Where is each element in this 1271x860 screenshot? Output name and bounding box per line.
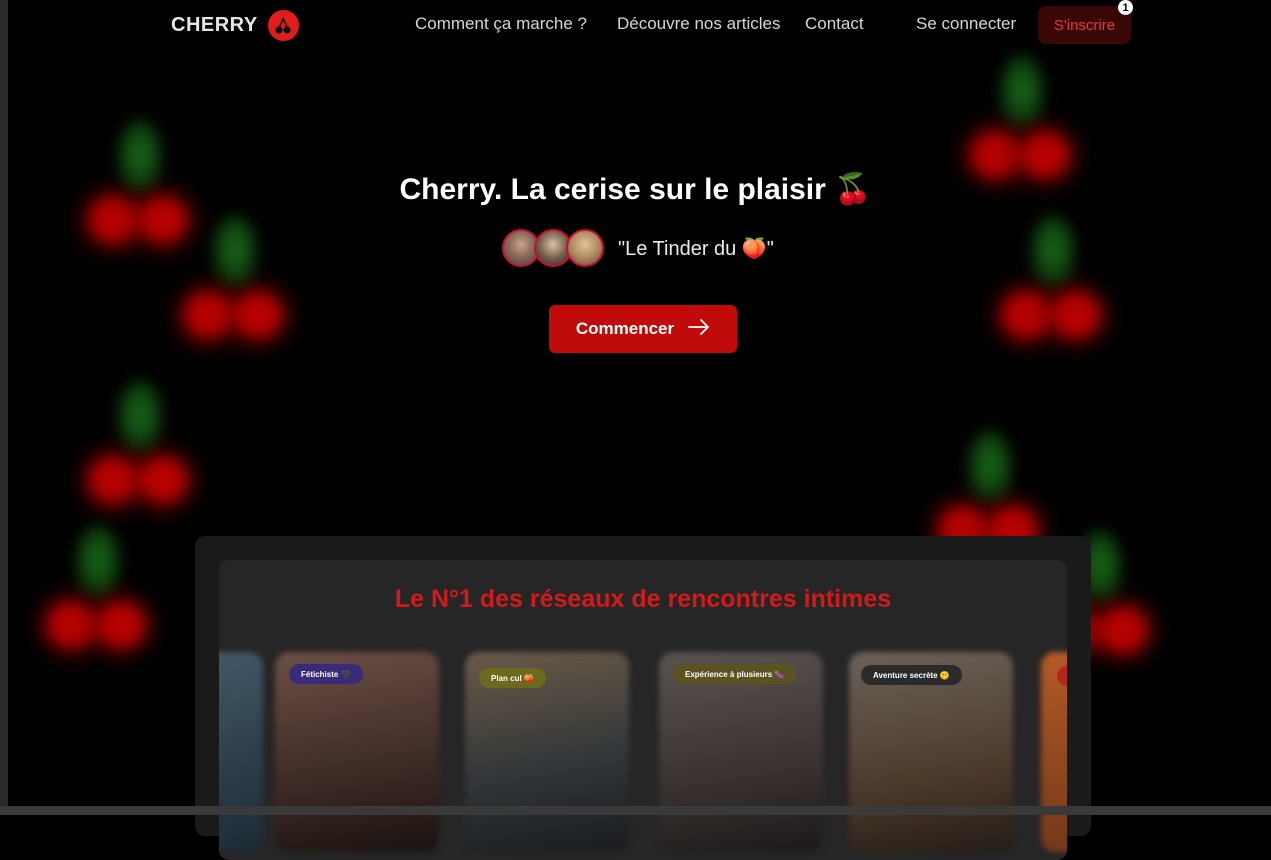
window-bottom-edge [0,806,1271,815]
cherry-decoration [38,525,158,675]
avatar-group [502,229,612,269]
cherry-decoration [80,380,200,530]
logo-text: CHERRY [171,14,258,36]
logo[interactable]: CHERRY [171,10,299,41]
profiles-panel: Le N°1 des réseaux de rencontres intimes… [219,560,1067,860]
nav-link-how-it-works[interactable]: Comment ça marche ? [415,14,587,34]
cherry-icon [267,10,299,41]
signup-button[interactable]: S'inscrire [1038,6,1131,44]
notification-badge: 1 [1118,0,1133,15]
start-button-label: Commencer [575,319,675,338]
arrow-right-icon [688,318,710,340]
nav-link-articles[interactable]: Découvre nos articles [617,14,780,34]
window-left-edge [0,0,8,815]
section-title: Le N°1 des réseaux de rencontres intimes [394,585,892,613]
avatar [566,229,604,267]
card-tag: Plan cul 🍑 [479,668,546,688]
nav-link-contact[interactable]: Contact [805,14,864,34]
cherry-decoration [175,215,295,365]
cherry-decoration [993,215,1113,365]
card-tag: Expérience à plusieurs 🍆 [673,664,797,684]
card-tag: Fétichiste 🖤 [289,664,363,684]
start-button[interactable]: Commencer [549,305,737,353]
hero-title: Cherry. La cerise sur le plaisir 🍒 [399,173,872,206]
hero-tagline: "Le Tinder du 🍑" [618,238,774,260]
profile-card[interactable] [219,652,263,852]
login-link[interactable]: Se connecter [916,14,1016,34]
card-tag: Aventure secrète 🤫 [861,665,962,685]
